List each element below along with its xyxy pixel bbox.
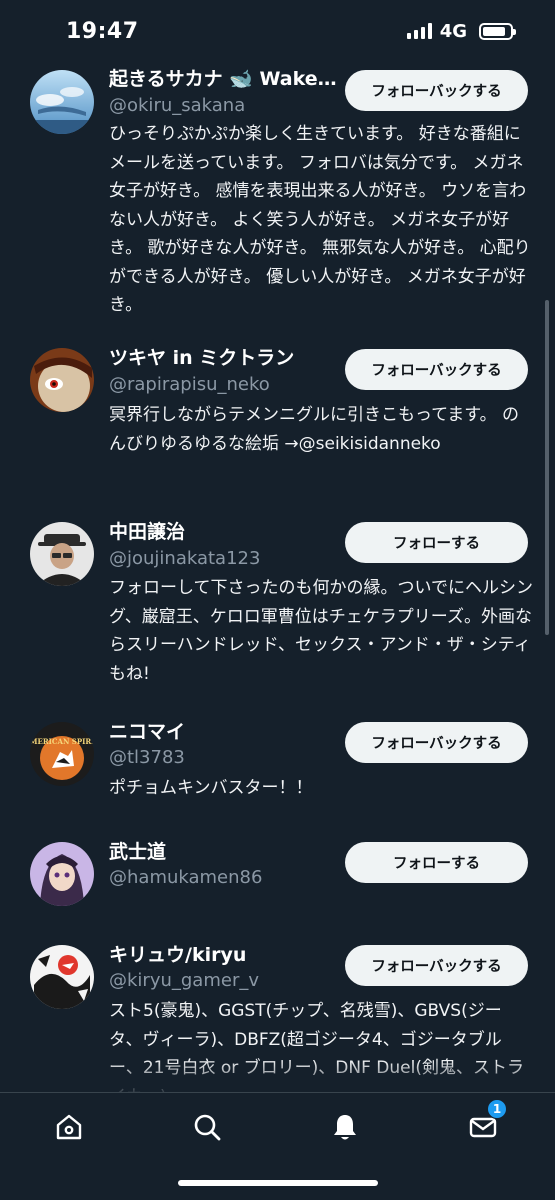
user-bio: フォローして下さったのも何かの縁。ついでにヘルシング、巌窟王、ケロロ軍曹位はチェ…	[109, 578, 533, 684]
avatar[interactable]	[30, 522, 94, 586]
avatar[interactable]	[30, 348, 94, 412]
user-name[interactable]: 武士道	[109, 840, 337, 864]
avatar[interactable]	[30, 945, 94, 1009]
avatar[interactable]	[30, 842, 94, 906]
user-handle: @joujinakata123	[109, 548, 261, 569]
tab-notifications[interactable]	[325, 1107, 365, 1147]
user-cell[interactable]: 起きるサカナ 🐋 Wake… @okiru_sakana フォローバックする ひ…	[0, 62, 555, 332]
user-name[interactable]: 起きるサカナ 🐋 Wake…	[109, 67, 337, 91]
user-cell[interactable]: 中田譲治 @joujinakata123 フォローする フォローして下さったのも…	[0, 516, 555, 696]
avatar-text: AMERICAN SPIRIT	[30, 737, 94, 746]
status-bar: 19:47 4G	[0, 0, 555, 62]
user-handle: @okiru_sakana	[109, 95, 246, 116]
user-cell[interactable]: AMERICAN SPIRIT ニコマイ @tl3783 フォローバックする ポ…	[0, 716, 555, 816]
follow-button[interactable]: フォローする	[345, 522, 528, 563]
user-bio: ひっそりぷかぷか楽しく生きています。 好きな番組にメールを送っています。 フォロ…	[109, 124, 531, 315]
user-name[interactable]: ニコマイ	[109, 720, 337, 744]
user-cell[interactable]: キリュウ/kiryu @kiryu_gamer_v フォローバックする スト5(…	[0, 939, 555, 1107]
signal-icon	[406, 23, 432, 39]
user-bio: ポチョムキンバスター！！	[109, 778, 313, 798]
search-icon	[194, 1114, 221, 1141]
home-icon	[56, 1114, 82, 1140]
user-name[interactable]: キリュウ/kiryu	[109, 943, 337, 967]
home-indicator[interactable]	[178, 1180, 378, 1186]
user-bio: 冥界行しながらテメンニグルに引きこもってます。 のんびりゆるゆるな絵垢 →@se…	[109, 405, 520, 454]
user-cell[interactable]: ツキヤ in ミクトラン @rapirapisu_neko フォローバックする …	[0, 342, 555, 502]
follow-back-button[interactable]: フォローバックする	[345, 70, 528, 111]
status-time: 19:47	[66, 18, 139, 44]
avatar[interactable]: AMERICAN SPIRIT	[30, 722, 94, 786]
follow-back-button[interactable]: フォローバックする	[345, 945, 528, 986]
user-handle: @kiryu_gamer_v	[109, 970, 260, 991]
status-indicators: 4G	[406, 20, 516, 42]
bell-icon	[334, 1115, 356, 1140]
user-handle: @tl3783	[109, 747, 185, 768]
user-name[interactable]: ツキヤ in ミクトラン	[109, 346, 337, 370]
avatar[interactable]	[30, 70, 94, 134]
messages-badge: 1	[487, 1099, 507, 1119]
follow-back-button[interactable]: フォローバックする	[345, 722, 528, 763]
user-cell[interactable]: 武士道 @hamukamen86 フォローする	[0, 836, 555, 926]
tab-search[interactable]	[187, 1107, 227, 1147]
user-handle: @rapirapisu_neko	[109, 374, 270, 395]
follow-back-button[interactable]: フォローバックする	[345, 349, 528, 390]
tab-home[interactable]	[49, 1107, 89, 1147]
follow-button[interactable]: フォローする	[345, 842, 528, 883]
battery-icon	[479, 22, 516, 40]
scrollbar[interactable]	[545, 300, 549, 635]
user-handle: @hamukamen86	[109, 867, 263, 888]
network-type: 4G	[439, 20, 467, 42]
user-name[interactable]: 中田譲治	[109, 520, 337, 544]
tab-messages[interactable]: 1	[463, 1099, 507, 1147]
